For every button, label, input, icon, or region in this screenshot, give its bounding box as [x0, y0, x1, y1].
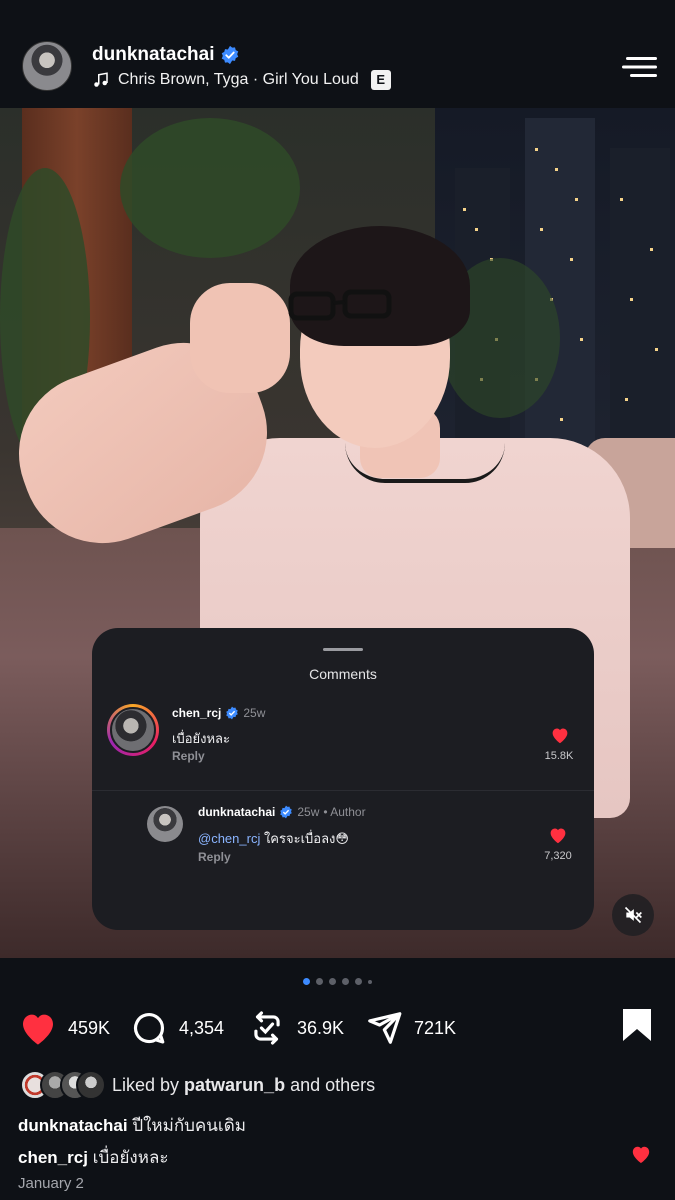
- reply-time: 25w: [297, 805, 320, 819]
- drag-handle[interactable]: [323, 648, 363, 651]
- comment-time: 25w: [243, 706, 266, 720]
- reply-like-count: 7,320: [544, 850, 572, 862]
- liked-by-user[interactable]: patwarun_b: [184, 1075, 285, 1096]
- reply-username[interactable]: dunknatachai: [198, 805, 275, 819]
- comment-user-row[interactable]: chen_rcj 25w: [172, 706, 265, 720]
- reply-user-row[interactable]: dunknatachai 25w • Author: [198, 805, 366, 819]
- explicit-badge: E: [370, 70, 391, 90]
- reply-button[interactable]: Reply: [198, 850, 231, 864]
- caption-text: ปีใหม่กับคนเดิม: [127, 1116, 246, 1135]
- mention-link[interactable]: @chen_rcj: [198, 831, 260, 846]
- repost-count: 36.9K: [297, 1017, 345, 1038]
- share-icon[interactable]: [364, 1009, 404, 1047]
- like-count: 459K: [68, 1017, 111, 1038]
- caption-username[interactable]: dunknatachai: [18, 1116, 128, 1135]
- post-date: January 2: [18, 1175, 84, 1192]
- comment-avatar[interactable]: [107, 704, 159, 756]
- comment-action[interactable]: 4,354: [129, 1005, 224, 1051]
- post-header: dunknatachai Chris Brown, Tyga · Girl Yo…: [0, 0, 675, 108]
- comment-icon[interactable]: [129, 1009, 169, 1047]
- heart-icon[interactable]: [18, 1009, 58, 1047]
- reply-body: ใครจะเบื่อลง😳: [260, 831, 349, 846]
- username[interactable]: dunknatachai: [92, 44, 214, 66]
- menu-icon[interactable]: [622, 56, 658, 78]
- carousel-dot[interactable]: [329, 978, 336, 985]
- repost-action[interactable]: 36.9K: [247, 1005, 344, 1051]
- carousel-dots: [303, 978, 372, 985]
- music-title: Chris Brown, Tyga · Girl You Loud: [118, 71, 359, 88]
- music-note-icon: [94, 72, 108, 87]
- liked-by-row[interactable]: Liked by patwarun_b and others: [20, 1068, 375, 1102]
- top-comment: chen_rcj เบื่อยังหละ: [18, 1144, 169, 1171]
- mute-icon: [624, 906, 642, 924]
- liked-by-suffix: and others: [290, 1074, 376, 1095]
- liker-avatars[interactable]: [20, 1068, 106, 1102]
- bookmark-icon[interactable]: [621, 1007, 653, 1043]
- like-action[interactable]: 459K: [18, 1005, 110, 1051]
- action-bar: 459K 4,354 36.9K 721K: [0, 1005, 675, 1051]
- share-action[interactable]: 721K: [364, 1005, 456, 1051]
- heart-icon[interactable]: [630, 1144, 652, 1164]
- post-caption: dunknatachai ปีใหม่กับคนเดิม: [18, 1112, 246, 1139]
- comment-divider: [92, 790, 594, 791]
- verified-icon: [222, 45, 239, 65]
- comments-title: Comments: [309, 666, 377, 682]
- carousel-dot[interactable]: [316, 978, 323, 985]
- share-count: 721K: [414, 1017, 457, 1038]
- verified-icon: [226, 706, 239, 720]
- liked-by-prefix: Liked by: [112, 1074, 180, 1095]
- reply-avatar[interactable]: [147, 806, 183, 842]
- heart-icon[interactable]: [548, 826, 568, 844]
- reply-button[interactable]: Reply: [172, 749, 205, 763]
- music-row[interactable]: Chris Brown, Tyga · Girl You Loud E: [92, 70, 391, 90]
- carousel-dot[interactable]: [303, 978, 310, 985]
- carousel-dot[interactable]: [368, 979, 372, 984]
- author-tag: • Author: [323, 805, 366, 819]
- heart-icon[interactable]: [550, 726, 570, 744]
- glasses: [288, 289, 392, 321]
- comment-username[interactable]: chen_rcj: [172, 706, 221, 720]
- comments-sheet[interactable]: Comments chen_rcj 25w เบื่อยังหละ Reply …: [92, 628, 594, 930]
- repost-icon[interactable]: [247, 1009, 287, 1047]
- comment-count: 4,354: [179, 1017, 225, 1038]
- top-comment-username[interactable]: chen_rcj: [18, 1148, 88, 1167]
- comment-like-count: 15.8K: [544, 750, 574, 762]
- username-row[interactable]: dunknatachai: [92, 44, 240, 66]
- verified-icon: [280, 805, 293, 819]
- mute-button[interactable]: [612, 894, 654, 936]
- comment-text: เบื่อยังหละ: [172, 731, 230, 746]
- person-hair: [290, 226, 470, 346]
- top-comment-text: เบื่อยังหละ: [87, 1148, 169, 1167]
- carousel-dot[interactable]: [355, 978, 362, 985]
- carousel-dot[interactable]: [342, 978, 349, 985]
- reply-text: @chen_rcj ใครจะเบื่อลง😳: [198, 828, 349, 849]
- profile-avatar[interactable]: [22, 41, 72, 91]
